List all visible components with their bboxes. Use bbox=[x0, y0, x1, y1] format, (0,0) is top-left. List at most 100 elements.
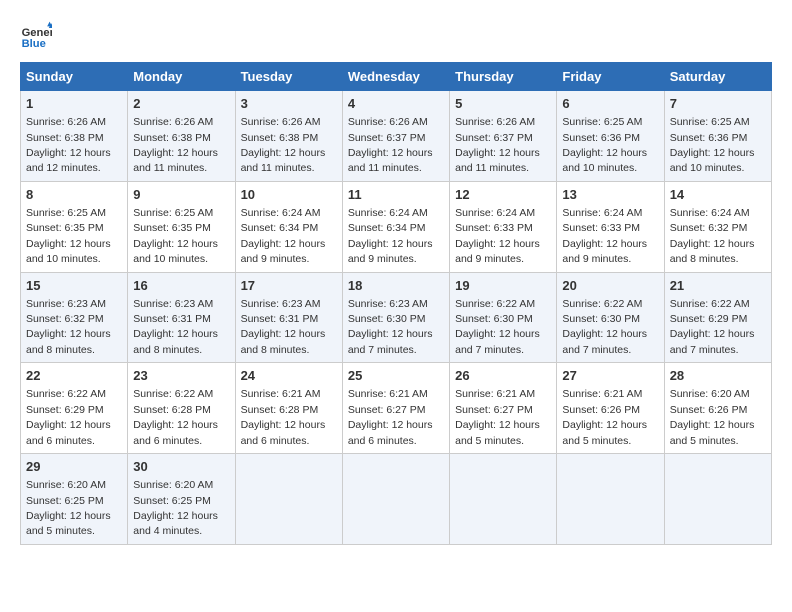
weekday-header-monday: Monday bbox=[128, 63, 235, 91]
weekday-header-tuesday: Tuesday bbox=[235, 63, 342, 91]
calendar-cell bbox=[664, 454, 771, 545]
calendar-table: SundayMondayTuesdayWednesdayThursdayFrid… bbox=[20, 62, 772, 545]
calendar-cell: 11 Sunrise: 6:24 AMSunset: 6:34 PMDayligh… bbox=[342, 181, 449, 272]
day-number: 28 bbox=[670, 367, 766, 385]
day-number: 1 bbox=[26, 95, 122, 113]
day-number: 5 bbox=[455, 95, 551, 113]
day-info: Sunrise: 6:22 AMSunset: 6:28 PMDaylight:… bbox=[133, 388, 218, 446]
day-number: 17 bbox=[241, 277, 337, 295]
day-number: 30 bbox=[133, 458, 229, 476]
day-info: Sunrise: 6:20 AMSunset: 6:25 PMDaylight:… bbox=[133, 479, 218, 537]
calendar-week-row: 8 Sunrise: 6:25 AMSunset: 6:35 PMDaylight… bbox=[21, 181, 772, 272]
day-info: Sunrise: 6:25 AMSunset: 6:35 PMDaylight:… bbox=[133, 207, 218, 265]
calendar-cell: 16 Sunrise: 6:23 AMSunset: 6:31 PMDayligh… bbox=[128, 272, 235, 363]
page-header: General Blue bbox=[20, 20, 772, 52]
day-info: Sunrise: 6:24 AMSunset: 6:33 PMDaylight:… bbox=[562, 207, 647, 265]
day-number: 7 bbox=[670, 95, 766, 113]
day-info: Sunrise: 6:20 AMSunset: 6:25 PMDaylight:… bbox=[26, 479, 111, 537]
calendar-cell bbox=[342, 454, 449, 545]
svg-text:Blue: Blue bbox=[22, 38, 46, 50]
day-number: 25 bbox=[348, 367, 444, 385]
calendar-cell: 20 Sunrise: 6:22 AMSunset: 6:30 PMDayligh… bbox=[557, 272, 664, 363]
day-info: Sunrise: 6:26 AMSunset: 6:38 PMDaylight:… bbox=[133, 116, 218, 174]
day-number: 14 bbox=[670, 186, 766, 204]
day-number: 4 bbox=[348, 95, 444, 113]
calendar-week-row: 15 Sunrise: 6:23 AMSunset: 6:32 PMDayligh… bbox=[21, 272, 772, 363]
calendar-cell: 8 Sunrise: 6:25 AMSunset: 6:35 PMDaylight… bbox=[21, 181, 128, 272]
day-info: Sunrise: 6:22 AMSunset: 6:29 PMDaylight:… bbox=[26, 388, 111, 446]
day-info: Sunrise: 6:26 AMSunset: 6:37 PMDaylight:… bbox=[348, 116, 433, 174]
calendar-cell: 30 Sunrise: 6:20 AMSunset: 6:25 PMDayligh… bbox=[128, 454, 235, 545]
day-number: 29 bbox=[26, 458, 122, 476]
logo-icon: General Blue bbox=[20, 20, 52, 52]
day-info: Sunrise: 6:22 AMSunset: 6:30 PMDaylight:… bbox=[455, 298, 540, 356]
day-number: 18 bbox=[348, 277, 444, 295]
calendar-cell: 12Sunrise: 6:24 AMSunset: 6:33 PMDayligh… bbox=[450, 181, 557, 272]
day-number: 3 bbox=[241, 95, 337, 113]
calendar-cell: 2 Sunrise: 6:26 AMSunset: 6:38 PMDaylight… bbox=[128, 91, 235, 182]
day-number: 27 bbox=[562, 367, 658, 385]
day-number: 20 bbox=[562, 277, 658, 295]
day-number: 13 bbox=[562, 186, 658, 204]
day-number: 10 bbox=[241, 186, 337, 204]
day-info: Sunrise: 6:23 AMSunset: 6:31 PMDaylight:… bbox=[133, 298, 218, 356]
calendar-cell: 13 Sunrise: 6:24 AMSunset: 6:33 PMDayligh… bbox=[557, 181, 664, 272]
logo: General Blue bbox=[20, 20, 56, 52]
calendar-cell: 7Sunrise: 6:25 AMSunset: 6:36 PMDaylight… bbox=[664, 91, 771, 182]
day-number: 9 bbox=[133, 186, 229, 204]
calendar-cell: 29 Sunrise: 6:20 AMSunset: 6:25 PMDayligh… bbox=[21, 454, 128, 545]
day-number: 15 bbox=[26, 277, 122, 295]
day-number: 16 bbox=[133, 277, 229, 295]
calendar-cell: 10 Sunrise: 6:24 AMSunset: 6:34 PMDayligh… bbox=[235, 181, 342, 272]
day-number: 22 bbox=[26, 367, 122, 385]
calendar-cell: 6Sunrise: 6:25 AMSunset: 6:36 PMDaylight… bbox=[557, 91, 664, 182]
day-number: 6 bbox=[562, 95, 658, 113]
day-number: 26 bbox=[455, 367, 551, 385]
day-number: 2 bbox=[133, 95, 229, 113]
day-number: 21 bbox=[670, 277, 766, 295]
day-info: Sunrise: 6:24 AMSunset: 6:34 PMDaylight:… bbox=[241, 207, 326, 265]
day-info: Sunrise: 6:23 AMSunset: 6:30 PMDaylight:… bbox=[348, 298, 433, 356]
calendar-cell bbox=[557, 454, 664, 545]
weekday-header-wednesday: Wednesday bbox=[342, 63, 449, 91]
calendar-week-row: 22 Sunrise: 6:22 AMSunset: 6:29 PMDayligh… bbox=[21, 363, 772, 454]
day-info: Sunrise: 6:23 AMSunset: 6:32 PMDaylight:… bbox=[26, 298, 111, 356]
calendar-cell: 19Sunrise: 6:22 AMSunset: 6:30 PMDayligh… bbox=[450, 272, 557, 363]
calendar-cell: 26 Sunrise: 6:21 AMSunset: 6:27 PMDayligh… bbox=[450, 363, 557, 454]
calendar-cell: 24 Sunrise: 6:21 AMSunset: 6:28 PMDayligh… bbox=[235, 363, 342, 454]
calendar-cell: 17 Sunrise: 6:23 AMSunset: 6:31 PMDayligh… bbox=[235, 272, 342, 363]
calendar-cell: 14 Sunrise: 6:24 AMSunset: 6:32 PMDayligh… bbox=[664, 181, 771, 272]
day-info: Sunrise: 6:23 AMSunset: 6:31 PMDaylight:… bbox=[241, 298, 326, 356]
calendar-cell: 15 Sunrise: 6:23 AMSunset: 6:32 PMDayligh… bbox=[21, 272, 128, 363]
day-info: Sunrise: 6:25 AMSunset: 6:35 PMDaylight:… bbox=[26, 207, 111, 265]
calendar-cell: 18 Sunrise: 6:23 AMSunset: 6:30 PMDayligh… bbox=[342, 272, 449, 363]
calendar-cell: 1 Sunrise: 6:26 AMSunset: 6:38 PMDaylight… bbox=[21, 91, 128, 182]
day-number: 24 bbox=[241, 367, 337, 385]
day-info: Sunrise: 6:22 AMSunset: 6:30 PMDaylight:… bbox=[562, 298, 647, 356]
weekday-header-saturday: Saturday bbox=[664, 63, 771, 91]
calendar-cell: 23 Sunrise: 6:22 AMSunset: 6:28 PMDayligh… bbox=[128, 363, 235, 454]
calendar-cell: 22 Sunrise: 6:22 AMSunset: 6:29 PMDayligh… bbox=[21, 363, 128, 454]
weekday-header-row: SundayMondayTuesdayWednesdayThursdayFrid… bbox=[21, 63, 772, 91]
calendar-cell: 9 Sunrise: 6:25 AMSunset: 6:35 PMDaylight… bbox=[128, 181, 235, 272]
calendar-week-row: 1 Sunrise: 6:26 AMSunset: 6:38 PMDaylight… bbox=[21, 91, 772, 182]
calendar-cell: 3Sunrise: 6:26 AMSunset: 6:38 PMDaylight… bbox=[235, 91, 342, 182]
day-info: Sunrise: 6:24 AMSunset: 6:32 PMDaylight:… bbox=[670, 207, 755, 265]
day-info: Sunrise: 6:26 AMSunset: 6:38 PMDaylight:… bbox=[26, 116, 111, 174]
day-number: 11 bbox=[348, 186, 444, 204]
weekday-header-sunday: Sunday bbox=[21, 63, 128, 91]
calendar-cell: 21Sunrise: 6:22 AMSunset: 6:29 PMDayligh… bbox=[664, 272, 771, 363]
svg-text:General: General bbox=[22, 27, 52, 39]
weekday-header-friday: Friday bbox=[557, 63, 664, 91]
day-number: 8 bbox=[26, 186, 122, 204]
calendar-cell: 5 Sunrise: 6:26 AMSunset: 6:37 PMDaylight… bbox=[450, 91, 557, 182]
day-info: Sunrise: 6:21 AMSunset: 6:28 PMDaylight:… bbox=[241, 388, 326, 446]
day-info: Sunrise: 6:26 AMSunset: 6:37 PMDaylight:… bbox=[455, 116, 540, 174]
day-info: Sunrise: 6:21 AMSunset: 6:27 PMDaylight:… bbox=[348, 388, 433, 446]
calendar-week-row: 29 Sunrise: 6:20 AMSunset: 6:25 PMDayligh… bbox=[21, 454, 772, 545]
day-info: Sunrise: 6:21 AMSunset: 6:26 PMDaylight:… bbox=[562, 388, 647, 446]
day-number: 23 bbox=[133, 367, 229, 385]
day-info: Sunrise: 6:21 AMSunset: 6:27 PMDaylight:… bbox=[455, 388, 540, 446]
day-info: Sunrise: 6:20 AMSunset: 6:26 PMDaylight:… bbox=[670, 388, 755, 446]
day-info: Sunrise: 6:24 AMSunset: 6:34 PMDaylight:… bbox=[348, 207, 433, 265]
